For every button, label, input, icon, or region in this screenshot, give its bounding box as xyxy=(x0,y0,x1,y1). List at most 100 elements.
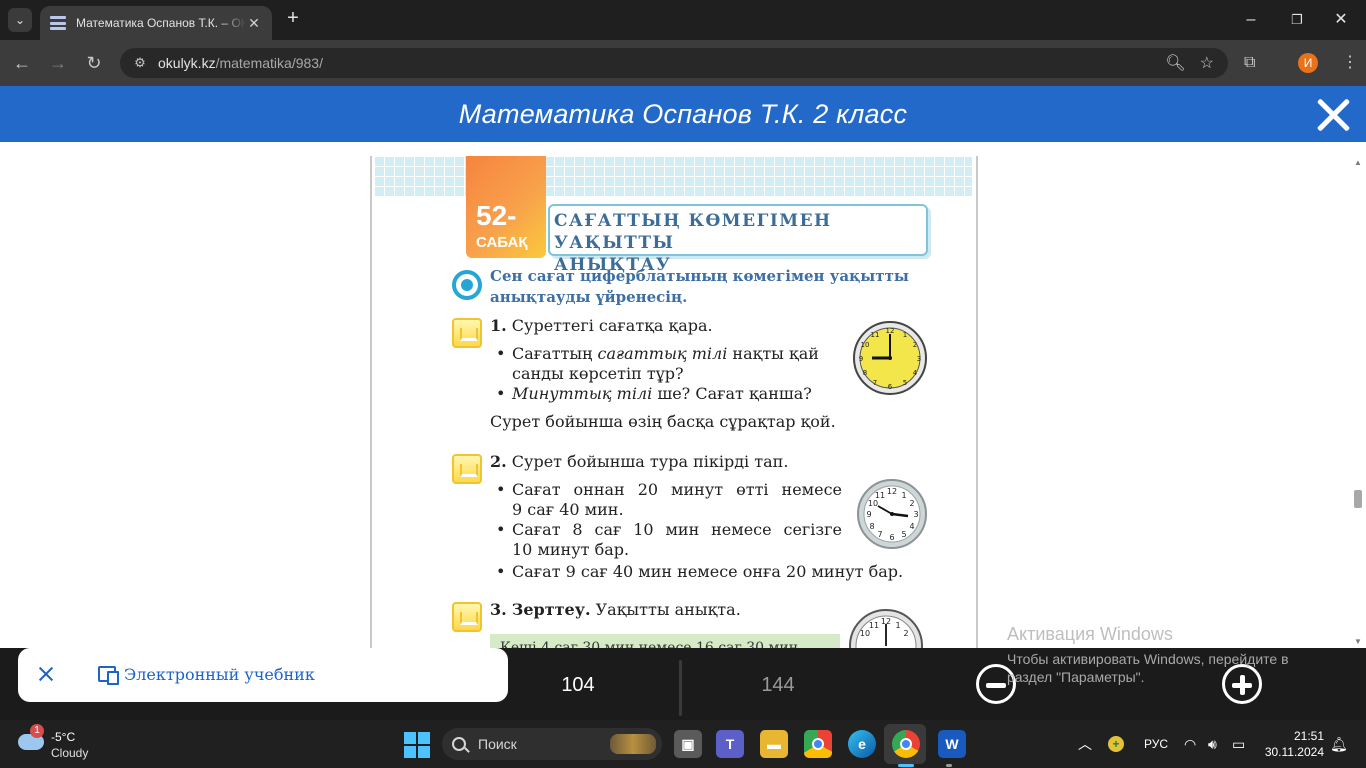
task2-heading-text: Сурет бойынша тура пікірді тап. xyxy=(511,452,789,471)
task1-number: 1. xyxy=(490,316,507,335)
t1b2-b: ше? Сағат қанша? xyxy=(652,384,812,403)
svg-text:3: 3 xyxy=(913,510,918,519)
svg-text:10: 10 xyxy=(861,341,870,349)
svg-text:11: 11 xyxy=(869,621,879,630)
svg-text:5: 5 xyxy=(903,379,907,387)
task3-number: 3. xyxy=(490,600,507,619)
bookmark-star-icon[interactable]: ☆ xyxy=(1200,53,1214,73)
clock-date: 30.11.2024 xyxy=(1264,745,1324,759)
clock-time: 21:51 xyxy=(1293,729,1324,743)
window-close-icon[interactable]: ✕ xyxy=(1326,8,1356,32)
svg-text:6: 6 xyxy=(889,533,894,542)
new-tab-plus-icon[interactable]: + xyxy=(282,8,304,30)
svg-text:4: 4 xyxy=(913,369,918,377)
extensions-puzzle-icon[interactable]: ⧉ xyxy=(1244,51,1255,75)
minimize-icon[interactable]: – xyxy=(1236,8,1266,32)
analog-clock-icon: 12 121110 xyxy=(849,609,923,648)
security-shield-icon[interactable]: + xyxy=(1108,720,1124,768)
book-viewer[interactable]: 52- САБАҚ САҒАТТЫҢ КӨМЕГІМЕН УАҚЫТТЫ АНЫ… xyxy=(0,142,1366,648)
svg-text:8: 8 xyxy=(863,369,867,377)
svg-text:9: 9 xyxy=(859,355,863,363)
ebook-banner[interactable]: Электронный учебник xyxy=(18,648,508,702)
svg-text:4: 4 xyxy=(909,522,914,531)
volume-icon[interactable]: 🔊︎ xyxy=(1208,720,1217,768)
page-title: Математика Оспанов Т.К. 2 класс xyxy=(458,98,908,129)
scroll-thumb[interactable] xyxy=(1354,490,1362,508)
task3-heading-bold: Зерттеу. xyxy=(511,600,591,619)
lesson-number-badge: 52- САБАҚ xyxy=(466,156,546,258)
task-view-icon[interactable]: ▣ xyxy=(674,730,702,758)
svg-text:7: 7 xyxy=(873,379,877,387)
t1b2-italic: Минуттық тілі xyxy=(512,384,653,403)
teams-icon[interactable]: T xyxy=(716,730,744,758)
svg-text:12: 12 xyxy=(887,487,897,496)
scroll-down-arrow-icon[interactable]: ▼ xyxy=(1354,637,1362,646)
forward-arrow-icon[interactable]: → xyxy=(46,51,70,75)
svg-text:10: 10 xyxy=(860,629,870,638)
profile-avatar[interactable]: И xyxy=(1298,53,1318,73)
task2-bullet2: Сағат 8 сағ 10 мин немесе сегізге xyxy=(496,520,842,540)
goal-line1: Сен сағат циферблатының көмегімен уақытт… xyxy=(490,267,909,285)
book-page: 52- САБАҚ САҒАТТЫҢ КӨМЕГІМЕН УАҚЫТТЫ АНЫ… xyxy=(370,156,978,648)
taskbar-search[interactable]: Поиск xyxy=(442,728,662,760)
notification-bell-icon[interactable]: 🔔︎ xyxy=(1330,720,1348,768)
chrome-icon[interactable] xyxy=(804,730,832,758)
wifi-icon[interactable]: ◠ xyxy=(1184,720,1196,768)
lesson-title-line1: САҒАТТЫҢ КӨМЕГІМЕН УАҚЫТТЫ xyxy=(554,211,832,253)
word-icon[interactable]: W xyxy=(938,730,966,758)
search-highlight-image xyxy=(610,734,656,754)
close-reader-icon[interactable] xyxy=(1314,96,1352,134)
restore-icon[interactable]: ❐ xyxy=(1282,8,1312,32)
tab-title: Математика Оспанов Т.К. – OKULYK xyxy=(76,16,246,30)
language-indicator[interactable]: РУС xyxy=(1144,720,1168,768)
file-explorer-icon[interactable]: ▬ xyxy=(760,730,788,758)
lesson-word: САБАҚ xyxy=(476,234,528,251)
search-placeholder: Поиск xyxy=(478,736,517,752)
task1-bullet1: Сағаттың сағаттық тілі нақты қай xyxy=(496,344,819,364)
weather-badge: 1 xyxy=(30,724,44,738)
task2-bullet1-line2: 9 сағ 40 мин. xyxy=(512,500,624,519)
lesson-goal: Сен сағат циферблатының көмегімен уақытт… xyxy=(490,266,930,308)
address-bar[interactable]: ⚙ okulyk.kz/matematika/983/ 🔍︎ ☆ xyxy=(120,48,1228,78)
svg-text:11: 11 xyxy=(875,491,885,500)
task2-heading: 2. Сурет бойынша тура пікірді тап. xyxy=(490,452,788,472)
task3-partial-line: Кеші 4 сағ 30 мин немесе 16 сағ 30 мин xyxy=(500,640,799,648)
start-windows-icon[interactable] xyxy=(404,732,430,758)
running-indicator xyxy=(898,764,914,767)
edge-icon[interactable]: e xyxy=(848,730,876,758)
site-info-icon[interactable]: ⚙ xyxy=(130,53,150,73)
viewer-scrollbar[interactable]: ▲ ▼ xyxy=(1350,142,1366,648)
svg-text:6: 6 xyxy=(888,383,893,391)
task1-bullet1-line2: санды көрсетіп тұр? xyxy=(512,364,684,383)
close-banner-icon[interactable] xyxy=(36,664,56,684)
weather-widget[interactable]: 1 -5°C Cloudy xyxy=(16,724,116,762)
tab-close-icon[interactable]: ✕ xyxy=(246,15,262,32)
url-text[interactable]: okulyk.kz/matematika/983/ xyxy=(158,55,323,71)
chrome-menu-icon[interactable]: ⋮ xyxy=(1342,51,1358,75)
reload-icon[interactable]: ↻ xyxy=(82,51,106,75)
battery-icon[interactable]: ▭ xyxy=(1232,720,1245,768)
lesson-title-box: САҒАТТЫҢ КӨМЕГІМЕН УАҚЫТТЫ АНЫҚТАУ xyxy=(548,204,928,275)
tab-search-chevron-icon[interactable]: ⌄ xyxy=(8,8,32,32)
task2-bullet2-line2: 10 минут бар. xyxy=(512,540,630,559)
svg-text:2: 2 xyxy=(913,341,917,349)
show-hidden-icons-chevron-icon[interactable]: ︿ xyxy=(1078,720,1092,768)
task3-heading: 3. Зерттеу. Уақытты анықта. xyxy=(490,600,741,620)
svg-text:1: 1 xyxy=(895,621,900,630)
browser-titlebar: ⌄ Математика Оспанов Т.К. – OKULYK ✕ + –… xyxy=(0,0,1366,40)
current-page-number[interactable]: 104 xyxy=(528,674,628,697)
scroll-up-arrow-icon[interactable]: ▲ xyxy=(1354,158,1362,167)
system-clock[interactable]: 21:51 30.11.2024 xyxy=(1262,728,1324,760)
task1-heading-text: Суреттегі сағатқа қара. xyxy=(511,316,713,335)
chrome-active-icon[interactable] xyxy=(892,730,920,758)
svg-text:1: 1 xyxy=(903,331,907,339)
svg-text:2: 2 xyxy=(909,499,914,508)
zoom-magnifier-icon[interactable]: 🔍︎ xyxy=(1165,53,1185,73)
windows-taskbar: 1 -5°C Cloudy Поиск ▣ T ▬ e W ︿ + РУС ◠ … xyxy=(0,720,1366,768)
ebook-label[interactable]: Электронный учебник xyxy=(124,665,315,684)
search-icon xyxy=(452,737,466,751)
devices-icon xyxy=(98,666,119,685)
back-arrow-icon[interactable]: ← xyxy=(10,51,34,75)
total-pages: 144 xyxy=(761,674,795,696)
browser-tab[interactable]: Математика Оспанов Т.К. – OKULYK ✕ xyxy=(40,6,272,40)
